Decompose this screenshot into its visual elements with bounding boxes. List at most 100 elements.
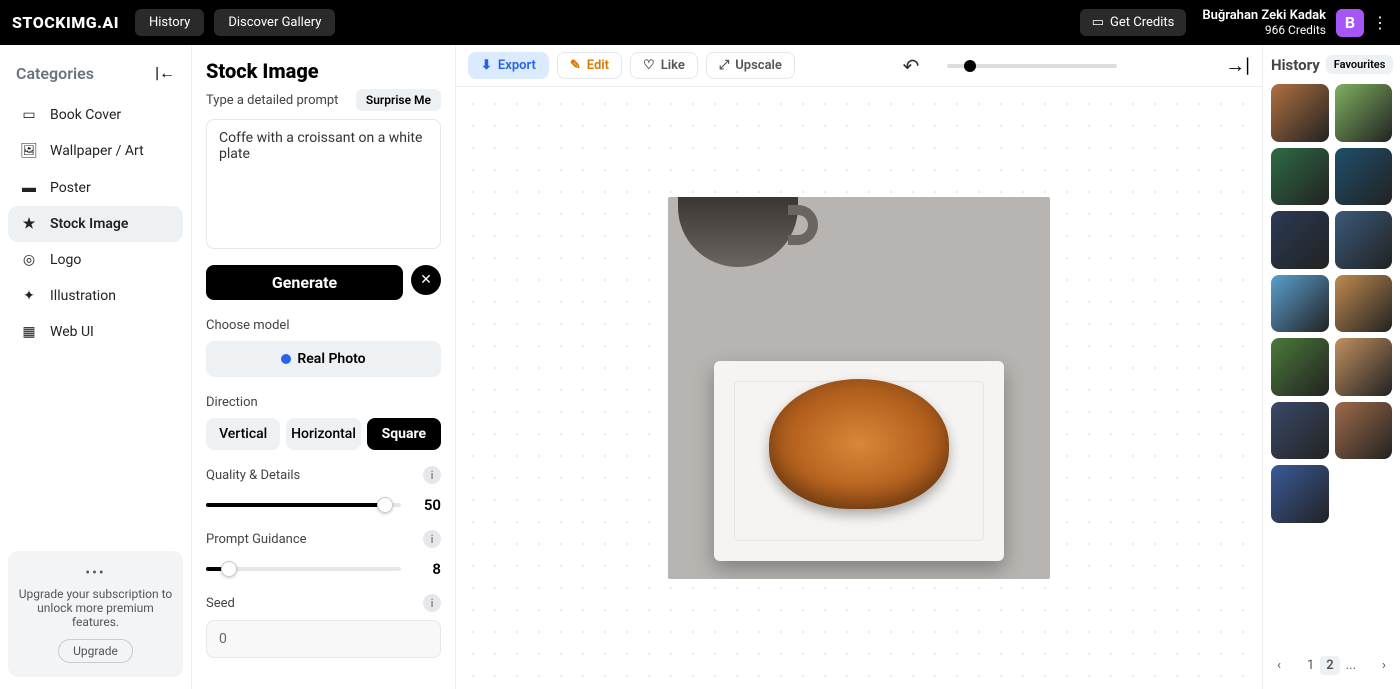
page-title: Stock Image xyxy=(206,59,441,83)
user-block: Buğrahan Zeki Kadak 966 Credits xyxy=(1202,8,1326,38)
upgrade-text: Upgrade your subscription to unlock more… xyxy=(18,587,173,629)
download-icon: ⬇ xyxy=(481,58,492,73)
guidance-slider[interactable] xyxy=(206,567,401,571)
page-2[interactable]: 2 xyxy=(1320,656,1339,675)
history-panel: History Favourites ‹ 12... › xyxy=(1262,45,1400,689)
direction-vertical-button[interactable]: Vertical xyxy=(206,418,280,450)
pencil-icon: ✎ xyxy=(570,58,581,73)
category-item-illustration[interactable]: ✦ Illustration xyxy=(8,278,183,314)
history-thumb[interactable] xyxy=(1271,148,1329,206)
history-thumb[interactable] xyxy=(1335,148,1393,206)
cancel-button[interactable]: ✕ xyxy=(411,265,441,295)
history-thumb[interactable] xyxy=(1335,338,1393,396)
canvas-body[interactable] xyxy=(456,87,1262,689)
model-value: Real Photo xyxy=(297,351,365,367)
close-icon: ✕ xyxy=(420,272,432,288)
category-icon: ✦ xyxy=(20,288,38,304)
category-label: Poster xyxy=(50,180,91,196)
favourites-button[interactable]: Favourites xyxy=(1326,55,1394,74)
quality-slider[interactable] xyxy=(206,503,401,507)
category-icon: ▦ xyxy=(20,324,38,340)
page-1[interactable]: 1 xyxy=(1301,656,1320,675)
heart-icon: ♡ xyxy=(643,58,655,73)
upgrade-button[interactable]: Upgrade xyxy=(58,639,133,663)
get-credits-label: Get Credits xyxy=(1110,15,1174,30)
get-credits-button[interactable]: ▭ Get Credits xyxy=(1080,9,1187,36)
surprise-me-button[interactable]: Surprise Me xyxy=(356,89,441,111)
categories-sidebar: Categories |← ▭ Book Cover 🖼 Wallpaper / Ar… xyxy=(0,45,192,689)
category-item-book-cover[interactable]: ▭ Book Cover xyxy=(8,97,183,133)
generate-button[interactable]: Generate xyxy=(206,265,403,300)
prompt-label: Type a detailed prompt xyxy=(206,93,338,108)
quality-label: Quality & Details xyxy=(206,468,300,483)
history-nav-button[interactable]: History xyxy=(135,9,204,36)
seed-input[interactable] xyxy=(206,620,441,658)
upscale-label: Upscale xyxy=(735,58,782,73)
history-thumb[interactable] xyxy=(1271,275,1329,333)
direction-square-button[interactable]: Square xyxy=(367,418,441,450)
history-thumb[interactable] xyxy=(1335,211,1393,269)
category-item-poster[interactable]: ▬ Poster xyxy=(8,169,183,206)
prev-page-icon[interactable]: ‹ xyxy=(1271,656,1287,675)
category-item-logo[interactable]: ◎ Logo xyxy=(8,242,183,278)
next-page-icon[interactable]: › xyxy=(1376,656,1392,675)
category-icon: ◎ xyxy=(20,252,38,268)
category-icon: ▬ xyxy=(20,179,38,196)
edit-label: Edit xyxy=(587,58,609,73)
info-icon[interactable]: i xyxy=(423,594,441,612)
category-item-stock-image[interactable]: ★ Stock Image xyxy=(8,206,183,242)
model-label: Choose model xyxy=(206,318,441,333)
info-icon[interactable]: i xyxy=(423,530,441,548)
history-thumb[interactable] xyxy=(1335,84,1393,142)
generated-image[interactable] xyxy=(668,197,1050,579)
prompt-input[interactable] xyxy=(206,119,441,249)
page-...[interactable]: ... xyxy=(1340,656,1362,675)
canvas-toolbar: ⬇ Export ✎ Edit ♡ Like ⤢ Upscale ↶ →| xyxy=(456,45,1262,87)
category-icon: ★ xyxy=(20,216,38,232)
undo-icon[interactable]: ↶ xyxy=(903,54,920,78)
canvas-area: ⬇ Export ✎ Edit ♡ Like ⤢ Upscale ↶ →| xyxy=(456,45,1262,689)
like-button[interactable]: ♡ Like xyxy=(630,52,698,79)
history-thumb[interactable] xyxy=(1271,338,1329,396)
zoom-slider[interactable] xyxy=(947,64,1117,68)
discover-gallery-button[interactable]: Discover Gallery xyxy=(214,9,335,36)
category-label: Wallpaper / Art xyxy=(50,143,144,159)
category-icon: ▭ xyxy=(20,107,38,123)
credits-count: 966 Credits xyxy=(1202,23,1326,37)
upscale-button[interactable]: ⤢ Upscale xyxy=(706,52,795,79)
category-icon: 🖼 xyxy=(20,143,38,159)
history-thumb[interactable] xyxy=(1271,402,1329,460)
category-label: Logo xyxy=(50,252,81,268)
category-label: Book Cover xyxy=(50,107,121,123)
category-item-wallpaper-art[interactable]: 🖼 Wallpaper / Art xyxy=(8,133,183,169)
like-label: Like xyxy=(661,58,685,73)
kebab-menu-icon[interactable]: ⋮ xyxy=(1372,13,1388,32)
top-bar: STOCKIMG.AI History Discover Gallery ▭ G… xyxy=(0,0,1400,45)
category-label: Web UI xyxy=(50,324,94,340)
export-label: Export xyxy=(498,58,536,73)
history-title: History xyxy=(1271,56,1320,74)
loader-dots-icon: ••• xyxy=(18,565,173,581)
edit-button[interactable]: ✎ Edit xyxy=(557,52,622,79)
history-thumb[interactable] xyxy=(1335,402,1393,460)
history-thumb[interactable] xyxy=(1271,211,1329,269)
history-thumb[interactable] xyxy=(1271,465,1329,523)
category-label: Illustration xyxy=(50,288,116,304)
categories-title: Categories xyxy=(16,64,94,83)
align-right-icon[interactable]: →| xyxy=(1225,53,1250,78)
guidance-label: Prompt Guidance xyxy=(206,532,307,547)
pager: ‹ 12... › xyxy=(1271,646,1392,679)
avatar[interactable]: B xyxy=(1336,9,1364,37)
history-thumb[interactable] xyxy=(1335,275,1393,333)
collapse-sidebar-icon[interactable]: |← xyxy=(155,63,175,83)
model-select[interactable]: Real Photo xyxy=(206,341,441,377)
upgrade-box: ••• Upgrade your subscription to unlock … xyxy=(8,551,183,677)
category-item-web-ui[interactable]: ▦ Web UI xyxy=(8,314,183,350)
credit-card-icon: ▭ xyxy=(1092,15,1104,30)
guidance-value: 8 xyxy=(411,560,441,578)
export-button[interactable]: ⬇ Export xyxy=(468,52,549,79)
category-label: Stock Image xyxy=(50,216,128,232)
direction-horizontal-button[interactable]: Horizontal xyxy=(286,418,360,450)
info-icon[interactable]: i xyxy=(423,466,441,484)
history-thumb[interactable] xyxy=(1271,84,1329,142)
